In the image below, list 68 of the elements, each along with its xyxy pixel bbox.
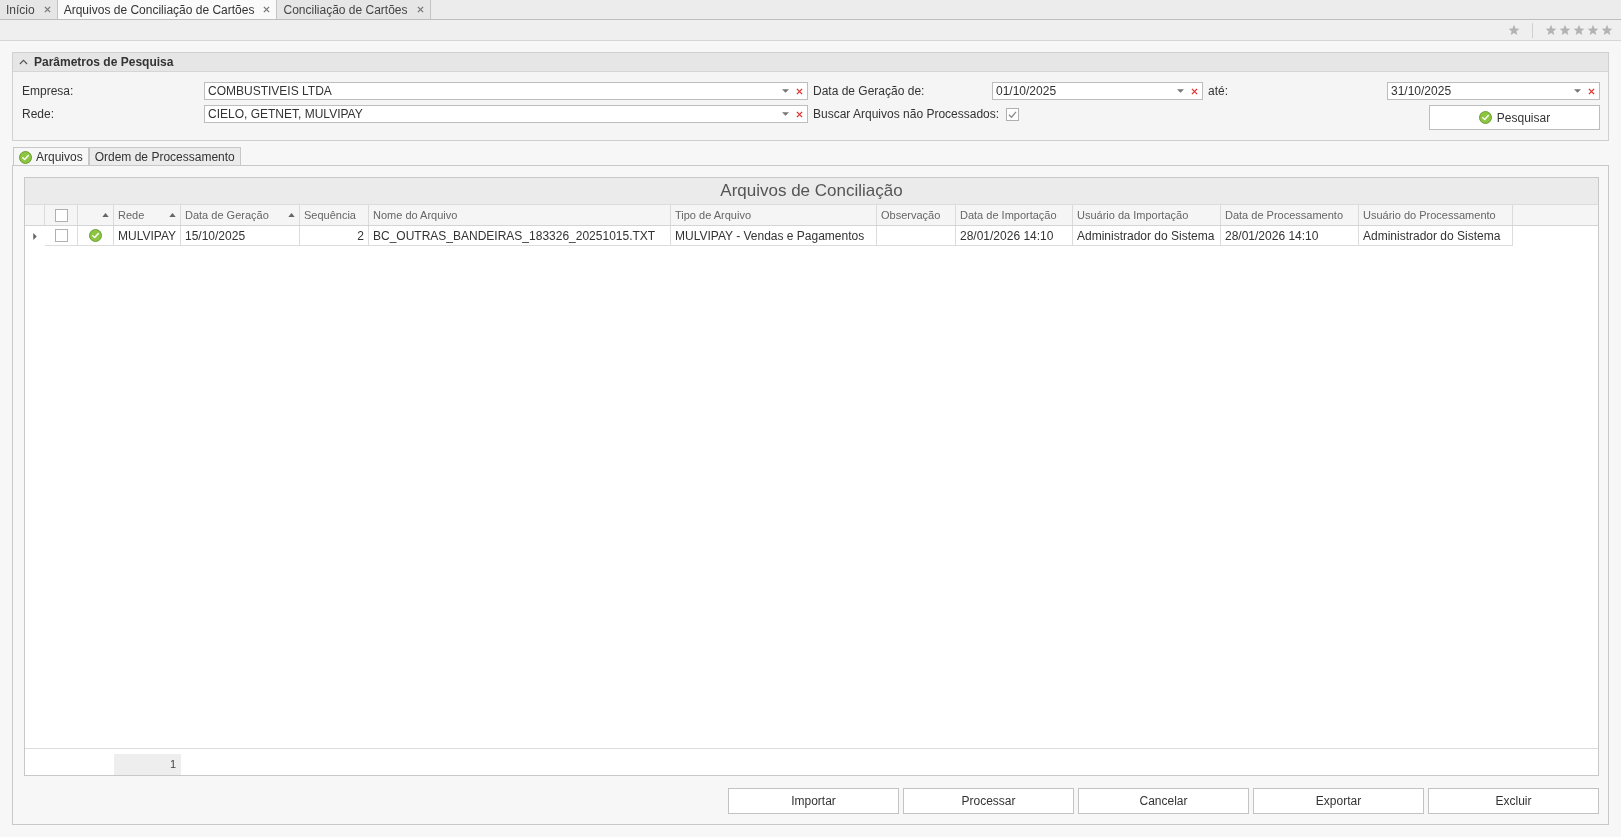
tab[interactable]: Início: [0, 0, 58, 19]
column-header[interactable]: Data de Importação: [956, 205, 1073, 225]
x-icon[interactable]: [796, 87, 803, 95]
star-icon[interactable]: [1559, 24, 1571, 36]
caret-down-icon[interactable]: [782, 89, 789, 93]
combo-box[interactable]: COMBUSTIVEIS LTDA: [204, 82, 808, 100]
caret-down-icon[interactable]: [1574, 89, 1581, 93]
column-header[interactable]: Nome do Arquivo: [369, 205, 671, 225]
panel-header[interactable]: Parâmetros de Pesquisa: [13, 53, 1608, 72]
action-button[interactable]: Importar: [728, 788, 899, 814]
field-label: Empresa:: [22, 83, 74, 100]
panel-title: Parâmetros de Pesquisa: [34, 54, 174, 71]
star-rating[interactable]: [1545, 24, 1613, 36]
action-button[interactable]: Exportar: [1253, 788, 1424, 814]
tab[interactable]: Ordem de Processamento: [88, 147, 241, 165]
table-cell: MULVIPAY: [114, 226, 181, 246]
column-header[interactable]: Observação: [877, 205, 956, 225]
star-icon[interactable]: [1587, 24, 1599, 36]
column-header[interactable]: Usuário da Importação: [1073, 205, 1221, 225]
column-header[interactable]: Rede: [114, 205, 181, 225]
caret-down-icon[interactable]: [1177, 89, 1184, 93]
x-icon[interactable]: [796, 110, 803, 118]
checkbox[interactable]: [54, 208, 68, 222]
action-button[interactable]: Processar: [903, 788, 1074, 814]
caret-up-icon[interactable]: [169, 213, 176, 217]
caret-up-icon[interactable]: [288, 213, 295, 217]
table-cell: 2: [300, 226, 369, 246]
close-icon[interactable]: [416, 6, 424, 13]
x-icon[interactable]: [1588, 87, 1595, 95]
combo-box[interactable]: CIELO, GETNET, MULVIPAY: [204, 105, 808, 123]
x-icon[interactable]: [1191, 87, 1198, 95]
star-icon[interactable]: [1573, 24, 1585, 36]
field-label: até:: [1207, 83, 1228, 100]
column-header[interactable]: Sequência: [300, 205, 369, 225]
field-label: Rede:: [22, 106, 55, 123]
action-button[interactable]: Cancelar: [1078, 788, 1249, 814]
star-icon[interactable]: [1508, 24, 1520, 36]
star-icon[interactable]: [1545, 24, 1557, 36]
search-button[interactable]: Pesquisar: [1429, 105, 1600, 130]
table-cell: Administrador do Sistema: [1359, 226, 1513, 246]
close-icon[interactable]: [43, 6, 51, 13]
checkbox[interactable]: [1006, 107, 1019, 121]
summary-cell: 1: [114, 754, 181, 775]
checkbox[interactable]: [54, 229, 68, 242]
check-circle-icon: [1478, 111, 1492, 124]
table-cell: Administrador do Sistema: [1073, 226, 1221, 246]
table-cell: MULVIPAY - Vendas e Pagamentos: [671, 226, 877, 246]
column-header[interactable]: Data de Geração: [181, 205, 300, 225]
table-cell: 28/01/2026 14:10: [1221, 226, 1359, 246]
table-cell: 28/01/2026 14:10: [956, 226, 1073, 246]
column-header[interactable]: Usuário do Processamento: [1359, 205, 1513, 225]
tab[interactable]: Conciliação de Cartões: [277, 0, 431, 19]
grid-title: Arquivos de Conciliação: [720, 180, 903, 203]
combo-box[interactable]: 31/10/2025: [1387, 82, 1600, 100]
table-cell: 15/10/2025: [181, 226, 300, 246]
table-cell: BC_OUTRAS_BANDEIRAS_183326_20251015.TXT: [369, 226, 671, 246]
column-header[interactable]: Data de Processamento: [1221, 205, 1359, 225]
close-icon[interactable]: [263, 6, 271, 13]
tab[interactable]: Arquivos de Conciliação de Cartões: [57, 0, 278, 19]
action-button[interactable]: Excluir: [1428, 788, 1599, 814]
field-label: Buscar Arquivos não Processados:: [812, 106, 1000, 123]
caret-up-icon[interactable]: [102, 213, 109, 217]
star-icon[interactable]: [1601, 24, 1613, 36]
chevron-up-icon[interactable]: [19, 59, 28, 65]
field-label: Data de Geração de:: [812, 83, 925, 100]
combo-box[interactable]: 01/10/2025: [992, 82, 1203, 100]
column-header[interactable]: Tipo de Arquivo: [671, 205, 877, 225]
caret-down-icon[interactable]: [782, 112, 789, 116]
